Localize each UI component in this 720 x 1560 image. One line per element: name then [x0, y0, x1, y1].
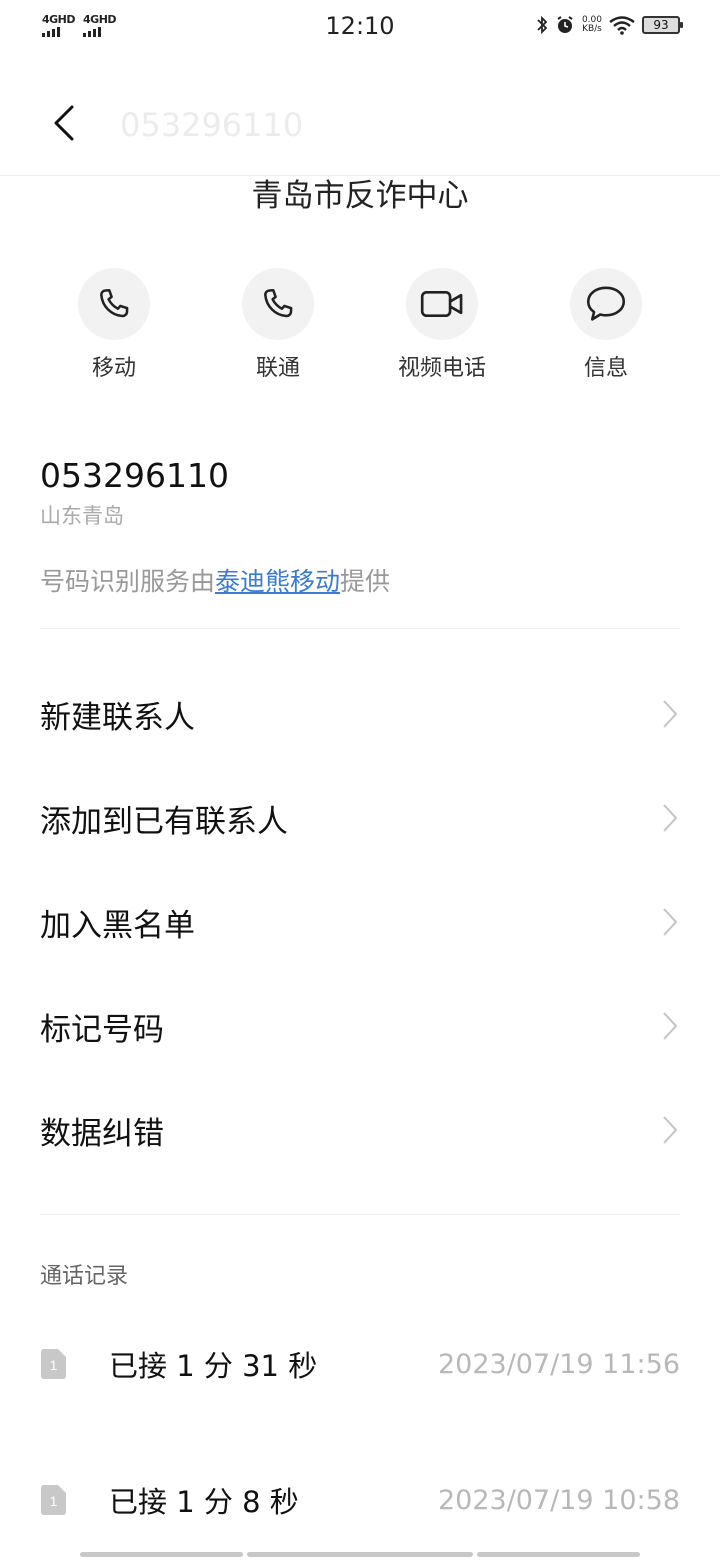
bluetooth-icon — [537, 15, 548, 35]
menu-label: 加入黑名单 — [40, 907, 195, 944]
scroll-indicator — [80, 1552, 243, 1557]
chevron-right-icon — [660, 699, 680, 729]
sim-card-icon: 1 — [41, 1349, 66, 1379]
scroll-indicator — [477, 1552, 640, 1557]
call-description: 已接 1 分 8 秒 — [109, 1485, 299, 1519]
action-circle — [242, 268, 314, 340]
divider — [40, 1214, 680, 1215]
chevron-left-icon — [54, 105, 74, 141]
call-timestamp: 2023/07/19 11:56 — [437, 1348, 680, 1380]
provider-suffix: 提供 — [340, 567, 391, 596]
header-title: 053296110 — [120, 106, 304, 144]
menu-label: 新建联系人 — [40, 699, 195, 736]
action-label: 信息 — [583, 356, 628, 381]
menu-item-mark-number[interactable]: 标记号码 — [40, 986, 680, 1066]
menu-label: 添加到已有联系人 — [40, 803, 288, 840]
sim-number: 1 — [50, 1493, 58, 1509]
action-bar: 移动 联通 视频电话 信息 — [0, 268, 720, 398]
message-icon — [586, 286, 626, 321]
menu-label: 标记号码 — [40, 1011, 164, 1048]
provider-link[interactable]: 泰迪熊移动 — [215, 567, 340, 596]
net-speed-unit: KB/s — [582, 24, 602, 34]
phone-number[interactable]: 053296110 — [40, 456, 229, 495]
menu-item-data-correction[interactable]: 数据纠错 — [40, 1090, 680, 1170]
chevron-right-icon — [660, 907, 680, 937]
call-log-title: 通话记录 — [40, 1264, 129, 1289]
call-timestamp: 2023/07/19 10:58 — [437, 1484, 680, 1516]
number-location: 山东青岛 — [40, 504, 124, 528]
video-call-icon — [420, 290, 463, 318]
call-log-entry[interactable]: 1 已接 1 分 31 秒 2023/07/19 11:56 — [40, 1334, 680, 1394]
action-circle — [406, 268, 478, 340]
sim-number: 1 — [50, 1357, 58, 1373]
menu-item-add-existing[interactable]: 添加到已有联系人 — [40, 778, 680, 858]
battery-level: 93 — [653, 18, 669, 32]
action-circle — [78, 268, 150, 340]
menu-item-blacklist[interactable]: 加入黑名单 — [40, 882, 680, 962]
sim-card-icon: 1 — [41, 1485, 66, 1515]
phone-icon — [100, 288, 129, 318]
battery-icon: 93 — [642, 16, 683, 34]
menu-item-new-contact[interactable]: 新建联系人 — [40, 674, 680, 754]
menu-label: 数据纠错 — [40, 1115, 164, 1152]
scroll-indicator — [247, 1552, 473, 1557]
back-button[interactable] — [44, 98, 84, 148]
app-header: 053296110 — [0, 56, 720, 176]
phone-icon — [264, 288, 293, 318]
alarm-icon — [557, 16, 573, 33]
net-speed: 0.00 KB/s — [582, 16, 602, 34]
action-circle — [570, 268, 642, 340]
action-label: 视频电话 — [397, 356, 486, 381]
call-log-entry[interactable]: 1 已接 1 分 8 秒 2023/07/19 10:58 — [40, 1470, 680, 1530]
message-button[interactable]: 信息 — [546, 268, 666, 382]
chevron-right-icon — [660, 803, 680, 833]
action-label: 联通 — [255, 356, 300, 381]
call-unicom-button[interactable]: 联通 — [218, 268, 338, 382]
video-call-button[interactable]: 视频电话 — [382, 268, 502, 382]
chevron-right-icon — [660, 1115, 680, 1145]
call-mobile-button[interactable]: 移动 — [54, 268, 174, 382]
provider-text: 号码识别服务由泰迪熊移动提供 — [40, 562, 390, 598]
status-icons: 0.00 KB/s 93 — [536, 15, 683, 35]
call-description: 已接 1 分 31 秒 — [109, 1349, 318, 1383]
wifi-icon — [609, 16, 635, 35]
action-label: 移动 — [91, 356, 136, 381]
contact-name: 青岛市反诈中心 — [251, 178, 469, 214]
provider-prefix: 号码识别服务由 — [40, 567, 216, 596]
chevron-right-icon — [660, 1011, 680, 1041]
status-bar: 4GHD 4GHD 12:10 0.00 KB/s 93 — [0, 0, 720, 56]
divider — [40, 628, 680, 629]
